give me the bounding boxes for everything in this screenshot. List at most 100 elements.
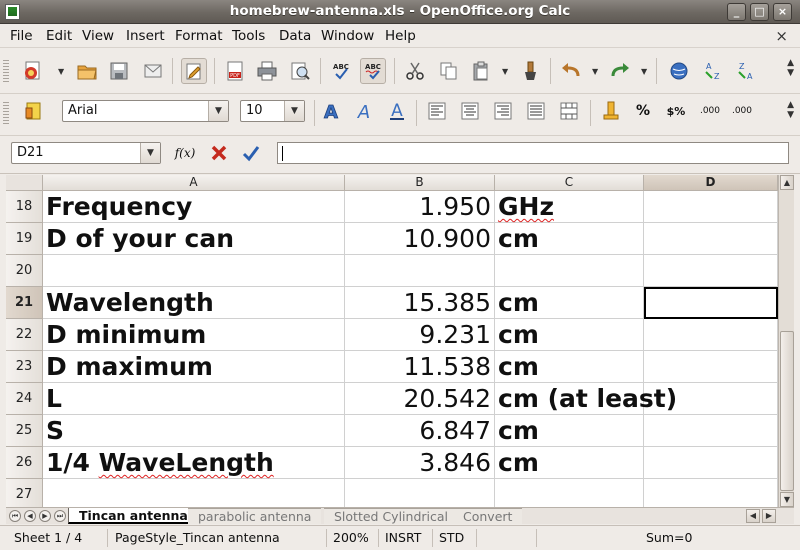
cell-a21[interactable]: Wavelength — [43, 287, 345, 319]
redo-dropdown-icon[interactable]: ▼ — [641, 68, 649, 76]
maximize-button[interactable]: □ — [750, 3, 769, 21]
toolbar-grip-icon[interactable] — [3, 100, 9, 126]
new-document-icon[interactable] — [20, 58, 46, 84]
tab-parabolic-antenna[interactable]: parabolic antenna — [188, 508, 322, 524]
cell-d19[interactable] — [644, 223, 778, 255]
function-wizard-button[interactable]: f(x) — [172, 140, 198, 166]
status-insert-mode[interactable]: INSRT — [379, 529, 433, 547]
row-header-18[interactable]: 18 — [6, 191, 43, 223]
cell-c27[interactable] — [495, 479, 644, 507]
cell-d27[interactable] — [644, 479, 778, 507]
cell-a23[interactable]: D maximum — [43, 351, 345, 383]
status-selection-mode[interactable]: STD — [433, 529, 477, 547]
cell-d24[interactable] — [644, 383, 778, 415]
font-name-combo[interactable]: Arial ▼ — [62, 100, 229, 122]
cell-c22[interactable]: cm — [495, 319, 644, 351]
paste-dropdown-icon[interactable]: ▼ — [502, 68, 510, 76]
column-header-d[interactable]: D — [644, 175, 778, 191]
font-size-combo[interactable]: 10 ▼ — [240, 100, 305, 122]
close-button[interactable]: × — [773, 3, 792, 21]
add-decimal-button[interactable]: .000 — [697, 98, 723, 124]
row-header-25[interactable]: 25 — [6, 415, 43, 447]
horizontal-scrollbar[interactable]: ◀ ▶ — [746, 509, 792, 523]
cell-d20[interactable] — [644, 255, 778, 287]
new-dropdown-icon[interactable]: ▼ — [58, 68, 66, 76]
copy-icon[interactable] — [436, 58, 462, 84]
cell-d22[interactable] — [644, 319, 778, 351]
italic-icon[interactable]: A — [351, 98, 377, 124]
chevron-down-icon[interactable]: ▼ — [208, 101, 228, 121]
sort-ascending-icon[interactable]: AZ — [700, 58, 726, 84]
scroll-thumb[interactable] — [780, 331, 794, 491]
cancel-icon[interactable] — [206, 140, 232, 166]
paste-icon[interactable] — [468, 58, 494, 84]
row-header-27[interactable]: 27 — [6, 479, 43, 507]
cut-icon[interactable] — [402, 58, 428, 84]
page-preview-icon[interactable] — [287, 58, 313, 84]
cell-d21[interactable] — [644, 287, 778, 319]
spreadsheet-grid[interactable]: A B C D 18 Frequency 1.950 GHz 19 D of your c… — [6, 175, 778, 507]
print-icon[interactable] — [254, 58, 280, 84]
row-header-20[interactable]: 20 — [6, 255, 43, 287]
cell-c24[interactable]: cm (at least) — [495, 383, 677, 415]
cell-b19[interactable]: 10.900 — [345, 223, 495, 255]
open-folder-icon[interactable] — [74, 58, 100, 84]
clone-formatting-icon[interactable] — [518, 58, 544, 84]
scroll-left-icon[interactable]: ◀ — [746, 509, 760, 523]
minimize-button[interactable]: _ — [727, 3, 746, 21]
row-header-21[interactable]: 21 — [6, 287, 43, 319]
cell-d26[interactable] — [644, 447, 778, 479]
row-header-19[interactable]: 19 — [6, 223, 43, 255]
spellcheck-icon[interactable]: ABC — [328, 58, 354, 84]
cell-b18[interactable]: 1.950 — [345, 191, 495, 223]
row-header-24[interactable]: 24 — [6, 383, 43, 415]
edit-file-icon[interactable] — [181, 58, 207, 84]
remove-decimal-button[interactable]: .000 — [729, 98, 755, 124]
cell-b25[interactable]: 6.847 — [345, 415, 495, 447]
last-sheet-icon[interactable]: ⏭ — [54, 510, 66, 522]
cell-b27[interactable] — [345, 479, 495, 507]
cell-c18[interactable]: GHz — [495, 191, 644, 223]
row-header-26[interactable]: 26 — [6, 447, 43, 479]
cell-b21[interactable]: 15.385 — [345, 287, 495, 319]
menu-view[interactable]: View — [82, 28, 114, 44]
toolbar-overflow-icon[interactable]: ▲ ▼ — [787, 58, 794, 78]
column-header-b[interactable]: B — [345, 175, 495, 191]
email-document-icon[interactable] — [140, 58, 166, 84]
merge-cells-icon[interactable] — [556, 98, 582, 124]
cell-a22[interactable]: D minimum — [43, 319, 345, 351]
first-sheet-icon[interactable]: ⏮ — [9, 510, 21, 522]
toolbar-grip-icon[interactable] — [3, 58, 9, 84]
menu-window[interactable]: Window — [321, 28, 374, 44]
row-header-22[interactable]: 22 — [6, 319, 43, 351]
select-all-corner[interactable] — [6, 175, 43, 191]
cell-c25[interactable]: cm — [495, 415, 644, 447]
tab-slotted-cylindrical[interactable]: Slotted Cylindrical — [324, 508, 459, 524]
align-left-icon[interactable] — [424, 98, 450, 124]
prev-sheet-icon[interactable]: ◀ — [24, 510, 36, 522]
align-right-icon[interactable] — [490, 98, 516, 124]
status-zoom[interactable]: 200% — [327, 529, 379, 547]
export-pdf-icon[interactable]: PDF — [222, 58, 248, 84]
column-header-c[interactable]: C — [495, 175, 644, 191]
justify-icon[interactable] — [523, 98, 549, 124]
redo-icon[interactable] — [607, 58, 633, 84]
tab-convert[interactable]: Convert — [453, 508, 523, 524]
sort-descending-icon[interactable]: ZA — [733, 58, 759, 84]
cell-c23[interactable]: cm — [495, 351, 644, 383]
save-icon[interactable] — [106, 58, 132, 84]
vertical-scrollbar[interactable]: ▲ ▼ — [778, 175, 794, 507]
undo-dropdown-icon[interactable]: ▼ — [592, 68, 600, 76]
cell-b22[interactable]: 9.231 — [345, 319, 495, 351]
cell-d25[interactable] — [644, 415, 778, 447]
scroll-down-icon[interactable]: ▼ — [780, 492, 794, 507]
cell-d18[interactable] — [644, 191, 778, 223]
tab-tincan-antenna[interactable]: Tincan antenna — [68, 508, 199, 524]
column-header-a[interactable]: A — [43, 175, 345, 191]
formula-input[interactable] — [277, 142, 789, 164]
menu-file[interactable]: File — [10, 28, 33, 44]
chevron-down-icon[interactable]: ▼ — [284, 101, 304, 121]
name-box[interactable]: D21 ▼ — [11, 142, 161, 164]
align-center-icon[interactable] — [457, 98, 483, 124]
currency-icon[interactable] — [598, 98, 624, 124]
